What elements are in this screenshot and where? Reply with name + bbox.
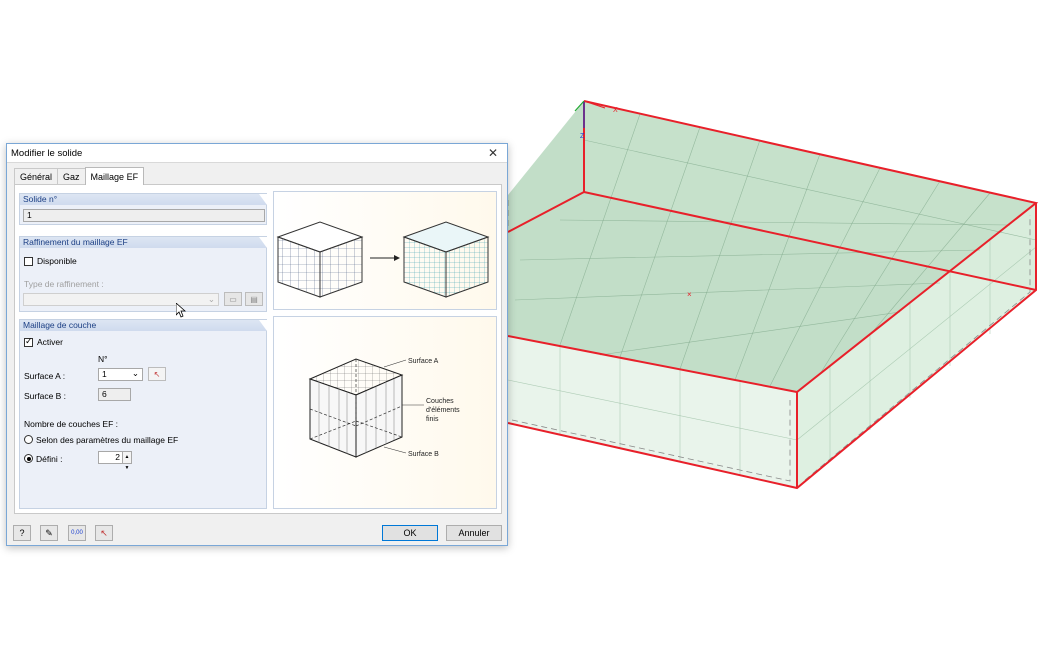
pick-icon: ↖ <box>100 527 108 538</box>
stepper-arrows[interactable]: ▲ ▼ <box>122 452 131 471</box>
radio-mesh-params[interactable] <box>24 435 33 444</box>
tab-gas[interactable]: Gaz <box>57 168 86 185</box>
group-refinement: Raffinement du maillage EF Disponible Ty… <box>19 236 267 312</box>
activate-label: Activer <box>37 337 63 347</box>
surface-a-value: 1 <box>102 369 107 379</box>
radio-mesh-params-label: Selon des paramètres du maillage EF <box>36 435 179 445</box>
refinement-type-select[interactable]: ⌄ <box>23 293 219 306</box>
surface-a-select[interactable]: 1 ⌄ <box>98 368 143 381</box>
axis-z-label: Z <box>580 133 585 140</box>
layers-count-value: 2 <box>115 452 120 462</box>
layers-count-stepper[interactable]: 2 ▲ ▼ <box>98 451 132 471</box>
surface-b-field: 6 <box>98 388 131 401</box>
radio-defined-label: Défini : <box>36 454 63 464</box>
help-icon: ? <box>19 528 25 538</box>
pick-surface-a-button[interactable]: ↖ <box>148 367 166 381</box>
edit-refinement-button[interactable]: ▤ <box>245 292 263 306</box>
available-label: Disponible <box>37 256 77 266</box>
group-layer-mesh-header: Maillage de couche <box>20 320 267 331</box>
mouse-cursor-icon <box>176 303 186 318</box>
layers-caption-2: d'éléments <box>426 407 460 414</box>
layer-mesh-illustration: Surface A Couches d'éléments finis Surfa… <box>273 316 497 509</box>
units-button[interactable]: 0,00 <box>68 525 86 541</box>
tab-strip: Général Gaz Maillage EF <box>14 167 145 185</box>
edit-icon: ▤ <box>250 294 258 304</box>
group-solid-number: Solide n° 1 <box>19 193 267 225</box>
svg-text:×: × <box>687 290 692 299</box>
pick-pointer-icon: ↖ <box>153 369 161 379</box>
chevron-down-icon: ⌄ <box>207 294 215 304</box>
cancel-button[interactable]: Annuler <box>446 525 502 541</box>
group-layer-mesh: Maillage de couche Activer N° Surface A … <box>19 319 267 509</box>
radio-defined[interactable] <box>24 454 33 463</box>
tab-panel-fe-mesh: Solide n° 1 Raffinement du maillage EF D… <box>14 184 502 514</box>
new-refinement-button[interactable]: ▭ <box>224 292 242 306</box>
axis-x-label: X <box>613 107 618 114</box>
help-button[interactable]: ? <box>13 525 31 541</box>
surface-a-caption: Surface A <box>408 358 439 365</box>
layers-caption-1: Couches <box>426 398 454 405</box>
pick-button[interactable]: ↖ <box>95 525 113 541</box>
available-checkbox[interactable] <box>24 257 33 266</box>
surface-b-label: Surface B : <box>24 391 67 401</box>
tab-general[interactable]: Général <box>14 168 59 185</box>
dialog-titlebar: Modifier le solide ✕ <box>7 144 507 163</box>
layers-caption-3: finis <box>426 416 439 423</box>
activate-checkbox[interactable] <box>24 336 33 347</box>
solid-number-field: 1 <box>23 209 265 222</box>
refinement-illustration <box>273 191 497 310</box>
units-icon: 0,00 <box>71 530 83 536</box>
edit-button[interactable]: ✎ <box>40 525 58 541</box>
modify-solid-dialog: Modifier le solide ✕ Général Gaz Maillag… <box>6 143 508 546</box>
surface-a-label: Surface A : <box>24 371 66 381</box>
number-column-header: N° <box>98 354 108 364</box>
group-solid-number-header: Solide n° <box>20 194 267 205</box>
dialog-title: Modifier le solide <box>11 147 83 159</box>
group-refinement-header: Raffinement du maillage EF <box>20 237 267 248</box>
pencil-icon: ✎ <box>45 527 53 538</box>
cube-refinement-image <box>276 221 490 298</box>
surface-b-caption: Surface B <box>408 451 439 458</box>
new-icon: ▭ <box>229 294 237 304</box>
chevron-down-icon: ⌄ <box>131 368 139 378</box>
cube-layers-image: Surface A Couches d'éléments finis Surfa… <box>308 358 460 458</box>
ok-button[interactable]: OK <box>382 525 438 541</box>
layers-count-label: Nombre de couches EF : <box>24 419 119 429</box>
close-icon[interactable]: ✕ <box>485 145 501 161</box>
tab-fe-mesh[interactable]: Maillage EF <box>84 167 145 185</box>
refinement-type-label: Type de raffinement : <box>24 279 104 289</box>
